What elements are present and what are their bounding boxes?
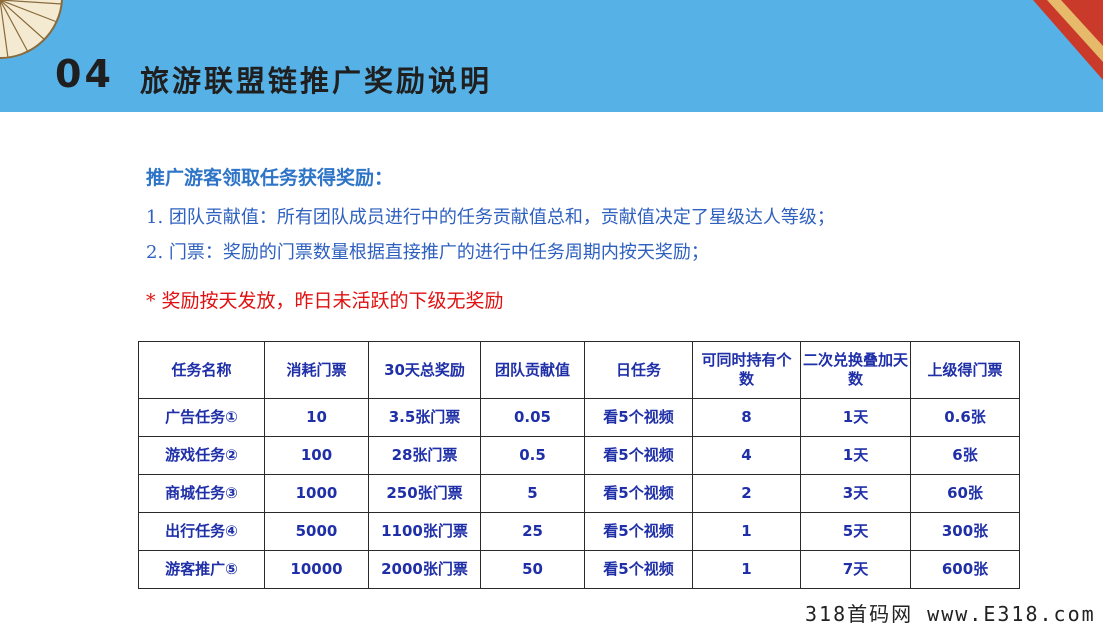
table-cell: 2 — [692, 474, 801, 513]
table-cell: 250张门票 — [368, 474, 481, 513]
table-cell: 300张 — [910, 512, 1020, 551]
table-cell: 5000 — [264, 512, 369, 551]
reward-note: * 奖励按天发放，昨日未活跃的下级无奖励 — [146, 290, 504, 312]
table-cell: 看5个视频 — [584, 512, 693, 551]
reward-table: 任务名称 消耗门票 30天总奖励 团队贡献值 日任务 可同时持有个数 二次兑换叠… — [138, 341, 1020, 589]
section-number: 04 — [55, 52, 114, 96]
column-header: 任务名称 — [138, 341, 265, 399]
table-cell: 看5个视频 — [584, 550, 693, 589]
table-row: 商城任务③ 1000 250张门票 5 看5个视频 2 3天 60张 — [138, 474, 1020, 513]
paper-fan-icon — [0, 0, 63, 60]
column-header: 日任务 — [584, 341, 693, 399]
table-cell: 广告任务① — [138, 398, 265, 437]
table-cell: 100 — [264, 436, 369, 475]
table-cell: 3.5张门票 — [368, 398, 481, 437]
table-cell: 1 — [692, 550, 801, 589]
table-cell: 1000 — [264, 474, 369, 513]
table-cell: 60张 — [910, 474, 1020, 513]
table-row: 游戏任务② 100 28张门票 0.5 看5个视频 4 1天 6张 — [138, 436, 1020, 475]
column-header: 可同时持有个数 — [692, 341, 801, 399]
table-cell: 25 — [480, 512, 585, 551]
list-item: 2. 门票：奖励的门票数量根据直接推广的进行中任务周期内按天奖励； — [146, 242, 709, 263]
table-cell: 6张 — [910, 436, 1020, 475]
table-cell: 7天 — [800, 550, 911, 589]
table-header-row: 任务名称 消耗门票 30天总奖励 团队贡献值 日任务 可同时持有个数 二次兑换叠… — [138, 341, 1020, 399]
table-row: 出行任务④ 5000 1100张门票 25 看5个视频 1 5天 300张 — [138, 512, 1020, 551]
table-cell: 28张门票 — [368, 436, 481, 475]
table-cell: 600张 — [910, 550, 1020, 589]
table-cell: 0.05 — [480, 398, 585, 437]
table-cell: 看5个视频 — [584, 474, 693, 513]
table-cell: 8 — [692, 398, 801, 437]
table-cell: 0.5 — [480, 436, 585, 475]
table-cell: 10000 — [264, 550, 369, 589]
table-row: 游客推广⑤ 10000 2000张门票 50 看5个视频 1 7天 600张 — [138, 550, 1020, 589]
watermark-text: 318首码网 www.E318.com — [805, 602, 1096, 626]
table-cell: 2000张门票 — [368, 550, 481, 589]
section-subheading: 推广游客领取任务获得奖励： — [146, 167, 394, 189]
table-cell: 4 — [692, 436, 801, 475]
table-cell: 出行任务④ — [138, 512, 265, 551]
column-header: 30天总奖励 — [368, 341, 481, 399]
table-cell: 3天 — [800, 474, 911, 513]
table-cell: 0.6张 — [910, 398, 1020, 437]
column-header: 二次兑换叠加天数 — [800, 341, 911, 399]
table-cell: 10 — [264, 398, 369, 437]
column-header: 团队贡献值 — [480, 341, 585, 399]
table-cell: 游戏任务② — [138, 436, 265, 475]
list-item: 1. 团队贡献值：所有团队成员进行中的任务贡献值总和，贡献值决定了星级达人等级； — [146, 207, 835, 228]
table-cell: 看5个视频 — [584, 436, 693, 475]
page-title: 旅游联盟链推广奖励说明 — [140, 64, 493, 98]
table-cell: 1天 — [800, 436, 911, 475]
table-row: 广告任务① 10 3.5张门票 0.05 看5个视频 8 1天 0.6张 — [138, 398, 1020, 437]
column-header: 消耗门票 — [264, 341, 369, 399]
table-cell: 商城任务③ — [138, 474, 265, 513]
column-header: 上级得门票 — [910, 341, 1020, 399]
table-cell: 1100张门票 — [368, 512, 481, 551]
table-cell: 看5个视频 — [584, 398, 693, 437]
header-banner: 04 旅游联盟链推广奖励说明 — [0, 0, 1103, 112]
table-cell: 5天 — [800, 512, 911, 551]
table-cell: 5 — [480, 474, 585, 513]
table-cell: 50 — [480, 550, 585, 589]
table-cell: 游客推广⑤ — [138, 550, 265, 589]
decorative-corner-icon — [1033, 0, 1103, 80]
table-cell: 1天 — [800, 398, 911, 437]
table-cell: 1 — [692, 512, 801, 551]
